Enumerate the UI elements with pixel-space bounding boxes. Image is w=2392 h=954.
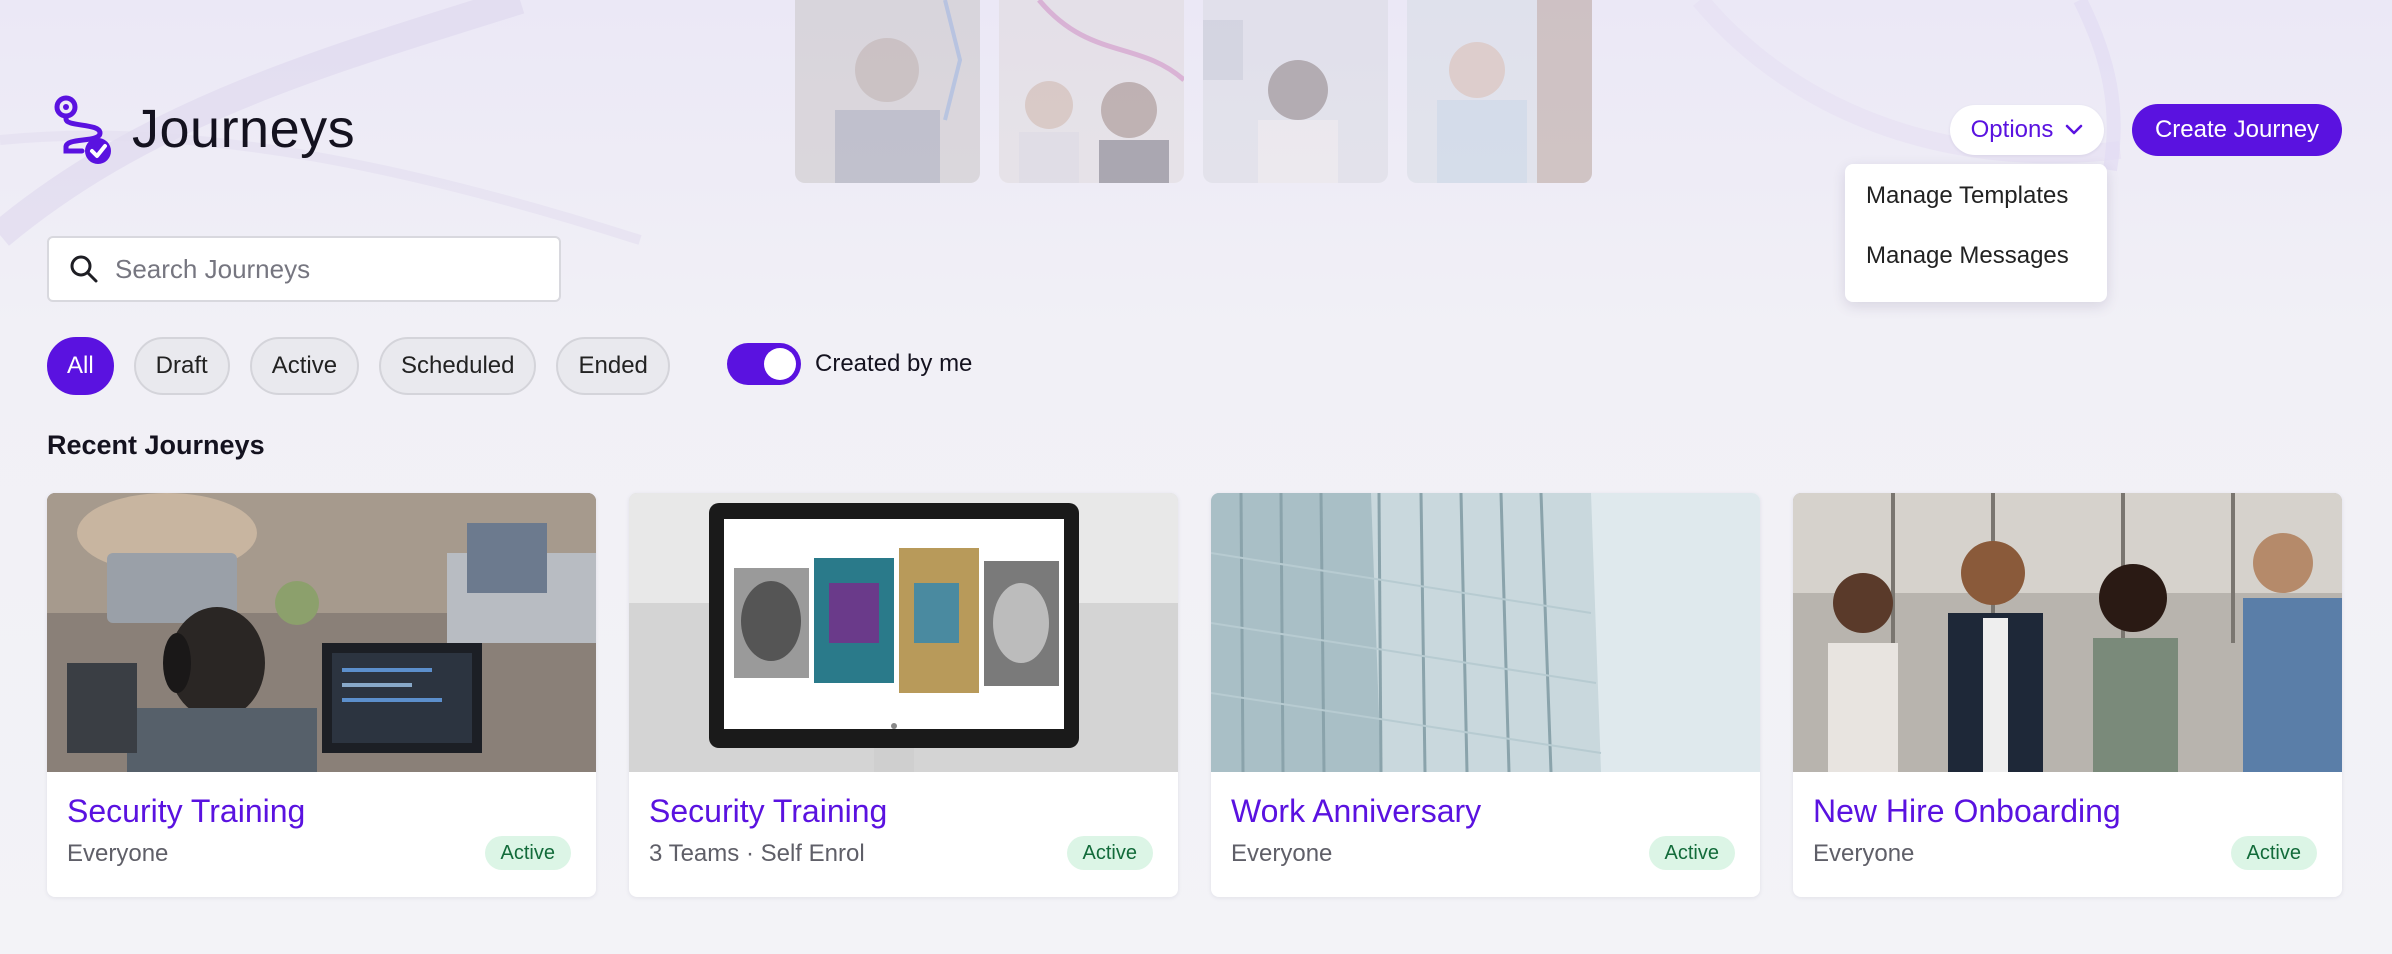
options-label: Options [1970,116,2054,143]
create-journey-button[interactable]: Create Journey [2132,104,2342,156]
monitor-gallery-photo [629,493,1178,772]
card-audience: 3 Teams · Self Enrol [649,840,865,867]
created-by-me-label: Created by me [815,350,973,377]
toggle-knob [764,348,796,380]
page-title: Journeys [132,99,356,159]
search-icon [70,255,98,283]
card-audience: Everyone [1813,840,1915,867]
status-badge: Active [484,836,571,870]
journey-card[interactable]: Work Anniversary Everyone Active [1211,493,1760,897]
status-badge: Active [1648,836,1735,870]
filter-chip-draft[interactable]: Draft [133,337,230,395]
created-by-me-toggle-group: Created by me [727,343,972,385]
search-input[interactable] [115,253,535,285]
hero-photo [1203,0,1388,183]
filter-chip-active[interactable]: Active [249,337,360,395]
card-audience: Everyone [1231,840,1333,867]
journey-card[interactable]: Security Training Everyone Active [47,493,596,897]
status-filter-chips: All Draft Active Scheduled Ended [47,337,670,395]
recent-journeys-heading: Recent Journeys [47,430,265,460]
filter-chip-ended[interactable]: Ended [556,337,670,395]
search-box [47,236,561,302]
card-audience: Everyone [67,840,169,867]
hero-photo [1407,0,1592,183]
status-badge: Active [1066,836,1153,870]
options-button[interactable]: Options [1950,105,2104,155]
card-title: Security Training [649,793,888,829]
created-by-me-toggle[interactable] [727,343,801,385]
people-coding-laptops-photo [47,493,596,772]
card-title: Security Training [67,793,306,829]
options-dropdown-menu: Manage Templates Manage Messages [1845,164,2107,302]
team-walking-office-photo [1793,493,2342,772]
hero-photo [795,0,980,183]
filter-chip-scheduled[interactable]: Scheduled [379,337,537,395]
journeys-logo-icon [54,95,111,164]
glass-building-photo [1211,493,1760,772]
status-badge: Active [2230,836,2317,870]
filter-chip-all[interactable]: All [47,337,114,395]
hero-photo-strip [795,0,1592,183]
journey-card-list: Security Training Everyone Active Securi… [47,493,2342,897]
journey-card[interactable]: New Hire Onboarding Everyone Active [1793,493,2342,897]
menu-item-manage-templates[interactable]: Manage Templates [1845,182,2107,242]
menu-item-manage-messages[interactable]: Manage Messages [1845,242,2107,302]
card-title: Work Anniversary [1231,793,1482,829]
card-title: New Hire Onboarding [1813,793,2121,829]
hero-photo [999,0,1184,183]
chevron-down-icon [2066,124,2083,135]
journey-card[interactable]: Security Training 3 Teams · Self Enrol A… [629,493,1178,897]
